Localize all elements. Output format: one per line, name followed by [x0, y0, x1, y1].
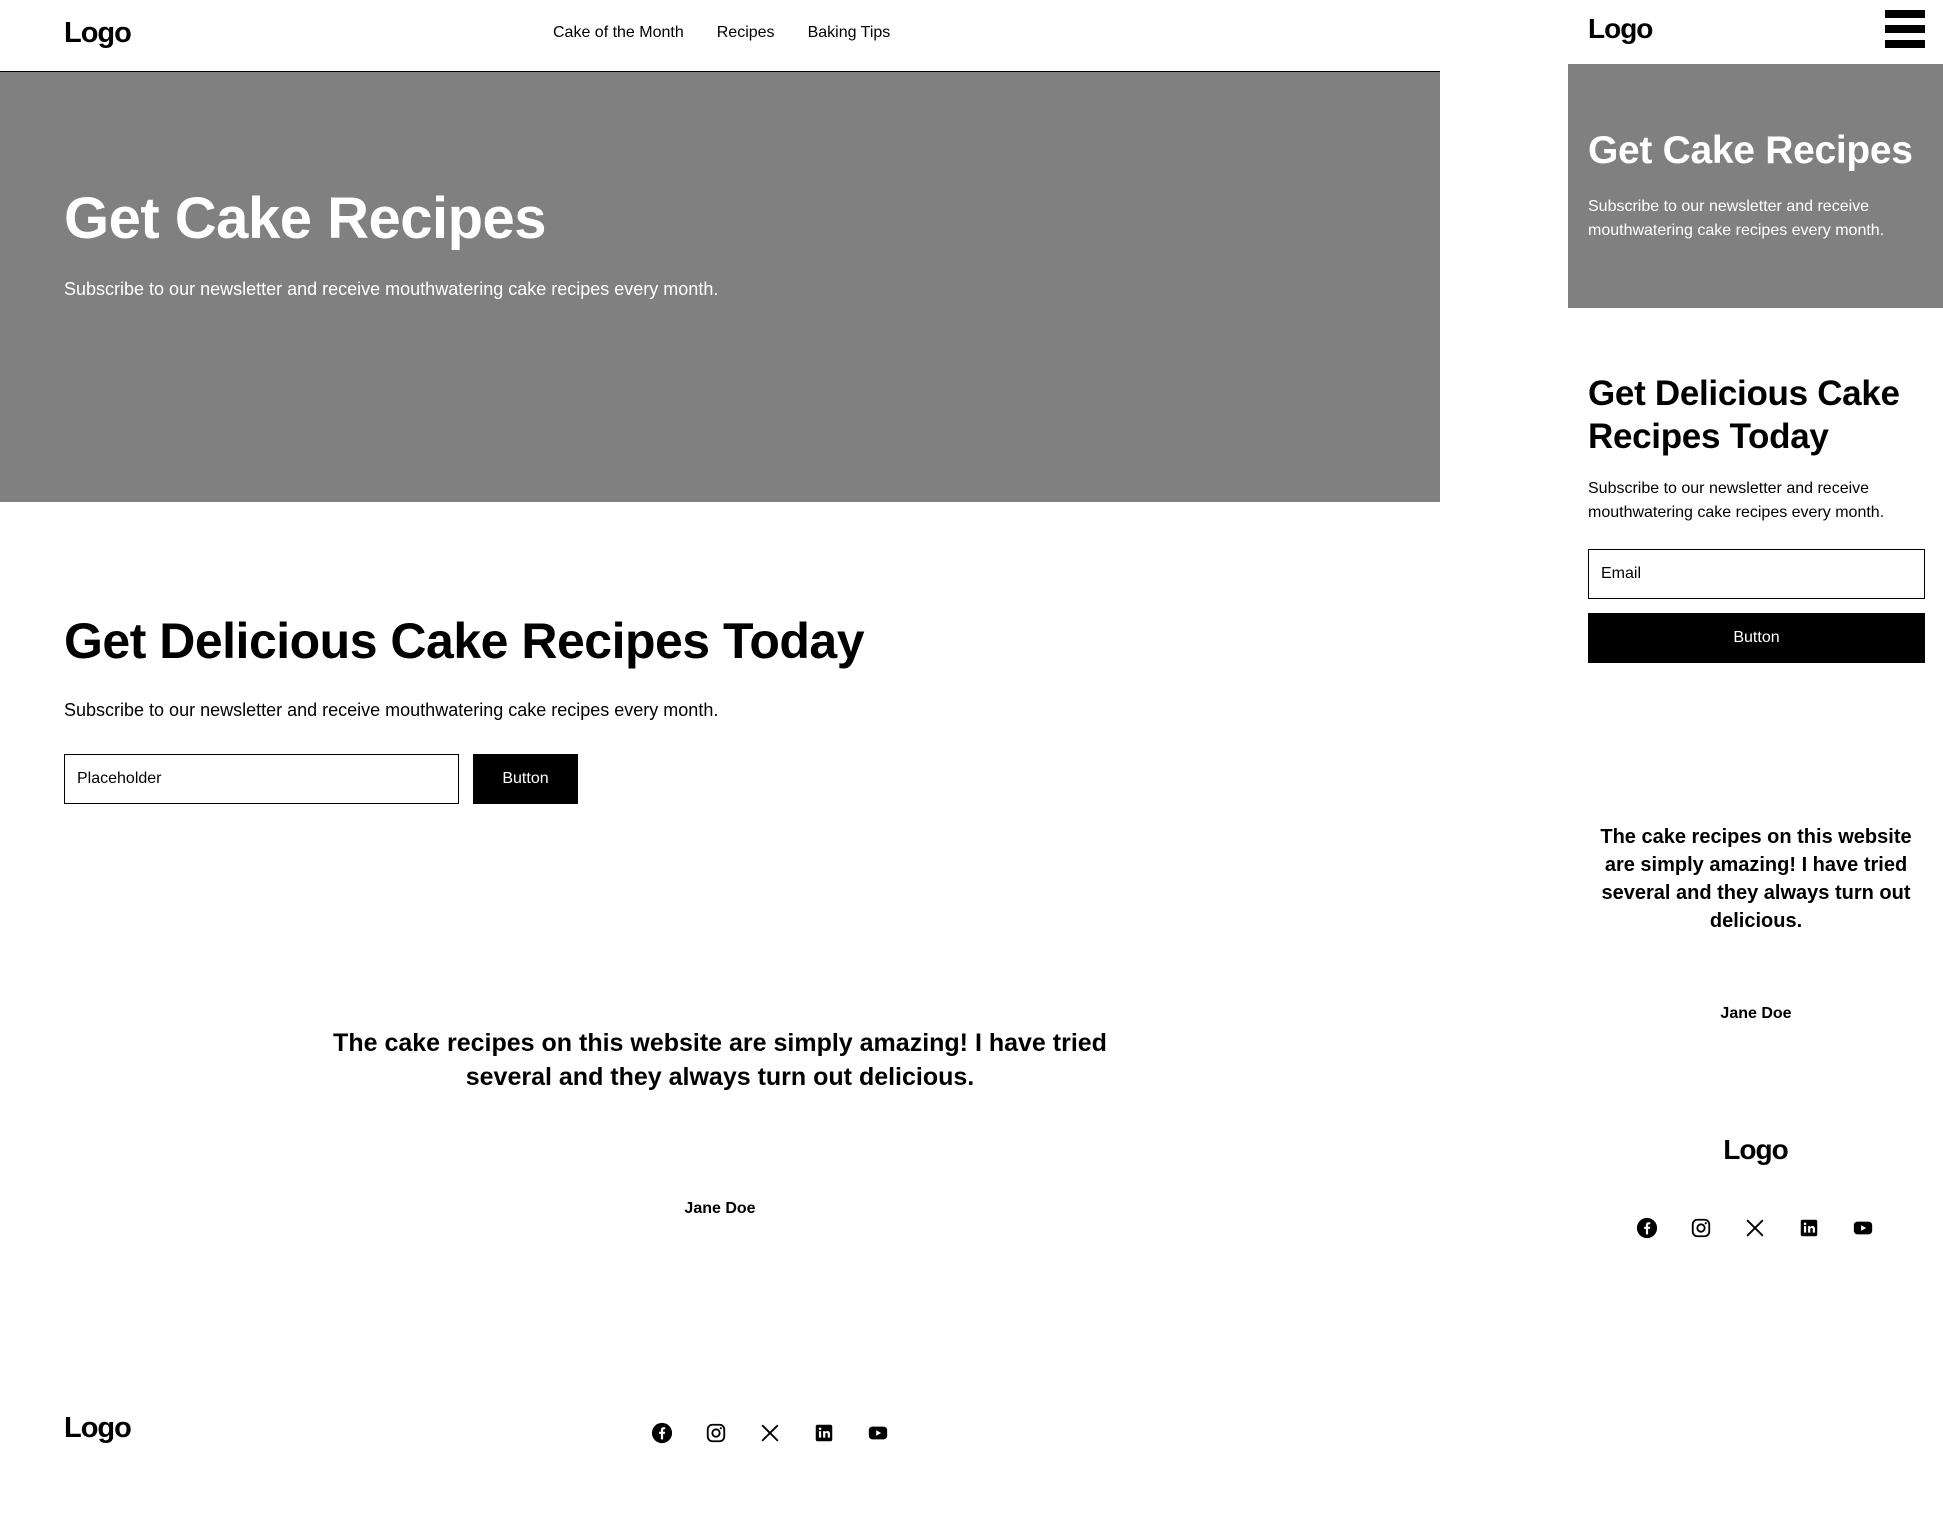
- newsletter-title: Get Delicious Cake Recipes Today: [64, 613, 865, 669]
- mobile-social-links: [1631, 1212, 1879, 1244]
- mobile-hero-title: Get Cake Recipes: [1588, 129, 1913, 172]
- youtube-icon[interactable]: [862, 1417, 894, 1449]
- top-navbar: Logo Cake of the Month Recipes Baking Ti…: [0, 0, 1440, 72]
- mobile-testimonial-quote: The cake recipes on this website are sim…: [1600, 826, 1912, 932]
- newsletter-input[interactable]: [64, 754, 459, 804]
- nav-link-cake-of-the-month[interactable]: Cake of the Month: [553, 24, 684, 42]
- subscribe-button[interactable]: Button: [473, 754, 578, 804]
- hero-subtitle: Subscribe to our newsletter and receive …: [64, 279, 719, 299]
- hamburger-menu-icon[interactable]: [1885, 10, 1925, 48]
- nav-link-baking-tips[interactable]: Baking Tips: [808, 24, 891, 42]
- mobile-hero-subtitle: Subscribe to our newsletter and receive …: [1588, 198, 1885, 239]
- newsletter-subtitle: Subscribe to our newsletter and receive …: [64, 700, 719, 720]
- testimonial-quote: The cake recipes on this website are sim…: [333, 1029, 1107, 1091]
- linkedin-icon[interactable]: [808, 1417, 840, 1449]
- mobile-newsletter-subtitle: Subscribe to our newsletter and receive …: [1588, 480, 1885, 521]
- navbar-logo[interactable]: Logo: [64, 17, 132, 50]
- linkedin-icon[interactable]: [1793, 1212, 1825, 1244]
- mobile-hero-section: Get Cake Recipes Subscribe to our newsle…: [1568, 64, 1943, 308]
- mobile-frame: Logo Get Cake Recipes Subscribe to our n…: [1568, 0, 1943, 1522]
- social-links: [646, 1417, 894, 1449]
- nav-link-recipes[interactable]: Recipes: [717, 24, 775, 42]
- x-icon[interactable]: [754, 1417, 786, 1449]
- facebook-icon[interactable]: [646, 1417, 678, 1449]
- instagram-icon[interactable]: [700, 1417, 732, 1449]
- mobile-navbar-logo[interactable]: Logo: [1588, 13, 1653, 45]
- desktop-frame: Logo Cake of the Month Recipes Baking Ti…: [0, 0, 1440, 1522]
- testimonial-author: Jane Doe: [684, 1200, 756, 1217]
- instagram-icon[interactable]: [1685, 1212, 1717, 1244]
- x-icon[interactable]: [1739, 1212, 1771, 1244]
- hero-section: Get Cake Recipes Subscribe to our newsle…: [0, 72, 1440, 502]
- mobile-navbar: Logo: [1568, 0, 1943, 64]
- mobile-email-input[interactable]: [1588, 549, 1925, 599]
- footer-logo[interactable]: Logo: [64, 1412, 132, 1445]
- mobile-subscribe-button[interactable]: Button: [1588, 613, 1925, 663]
- mobile-testimonial-author: Jane Doe: [1720, 1005, 1792, 1022]
- youtube-icon[interactable]: [1847, 1212, 1879, 1244]
- mobile-footer-logo[interactable]: Logo: [1568, 1134, 1943, 1166]
- hero-title: Get Cake Recipes: [64, 186, 547, 251]
- nav-links: Cake of the Month Recipes Baking Tips: [553, 24, 890, 42]
- mobile-newsletter-title: Get Delicious Cake Recipes Today: [1588, 374, 1900, 456]
- facebook-icon[interactable]: [1631, 1212, 1663, 1244]
